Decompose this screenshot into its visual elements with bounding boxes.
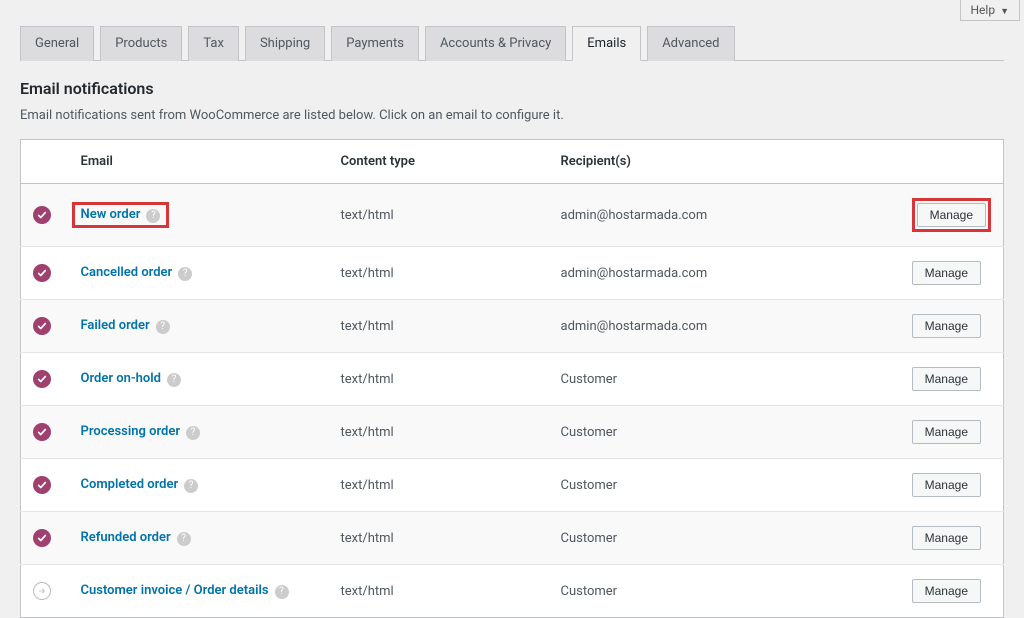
recipients: Customer	[549, 459, 900, 512]
email-name-link[interactable]: Completed order	[81, 477, 179, 492]
manage-button[interactable]: Manage	[912, 367, 981, 391]
table-row: Refunded order? text/htmlCustomer Manage	[21, 512, 1004, 565]
tab-products[interactable]: Products	[100, 26, 182, 61]
recipients: Customer	[549, 406, 900, 459]
manage-button[interactable]: Manage	[912, 526, 981, 550]
section-description: Email notifications sent from WooCommerc…	[20, 108, 1004, 123]
emails-table: Email Content type Recipient(s) New orde…	[20, 139, 1004, 618]
help-tab[interactable]: Help ▼	[960, 0, 1021, 21]
col-content-type: Content type	[329, 140, 549, 184]
col-status	[21, 140, 69, 184]
email-name-link[interactable]: Failed order	[81, 318, 150, 333]
table-row: Cancelled order? text/htmladmin@hostarmad…	[21, 247, 1004, 300]
manage-button[interactable]: Manage	[912, 473, 981, 497]
tab-advanced[interactable]: Advanced	[647, 26, 734, 61]
col-recipients: Recipient(s)	[549, 140, 900, 184]
email-name-link[interactable]: Customer invoice / Order details	[81, 583, 269, 598]
help-tip-icon[interactable]: ?	[184, 479, 198, 493]
manage-button[interactable]: Manage	[912, 420, 981, 444]
help-label: Help	[971, 3, 996, 17]
chevron-down-icon: ▼	[1000, 7, 1009, 17]
recipients: Customer	[549, 353, 900, 406]
help-tip-icon[interactable]: ?	[146, 209, 160, 223]
content-type: text/html	[329, 247, 549, 300]
tab-general[interactable]: General	[20, 26, 94, 61]
recipients: Customer	[549, 565, 900, 618]
highlight-manage-button: Manage	[912, 198, 991, 232]
table-row: Failed order? text/htmladmin@hostarmada.c…	[21, 300, 1004, 353]
status-enabled-icon	[33, 423, 51, 441]
help-tip-icon[interactable]: ?	[178, 267, 192, 281]
settings-tabs: GeneralProductsTaxShippingPaymentsAccoun…	[20, 25, 1004, 61]
table-row: New order? text/htmladmin@hostarmada.com M…	[21, 184, 1004, 247]
content-type: text/html	[329, 565, 549, 618]
tab-accounts-privacy[interactable]: Accounts & Privacy	[425, 26, 566, 61]
col-action	[900, 140, 1004, 184]
status-enabled-icon	[33, 206, 51, 224]
status-enabled-icon	[33, 264, 51, 282]
tab-payments[interactable]: Payments	[331, 26, 419, 61]
content-type: text/html	[329, 353, 549, 406]
content-type: text/html	[329, 184, 549, 247]
status-enabled-icon	[33, 529, 51, 547]
content-type: text/html	[329, 406, 549, 459]
help-tip-icon[interactable]: ?	[167, 373, 181, 387]
email-name-link[interactable]: Processing order	[81, 424, 181, 439]
highlight-email-name: New order?	[72, 202, 170, 228]
help-tip-icon[interactable]: ?	[156, 320, 170, 334]
status-enabled-icon	[33, 370, 51, 388]
email-name-link[interactable]: New order	[81, 207, 141, 222]
table-row: Completed order? text/htmlCustomer Manage	[21, 459, 1004, 512]
tab-shipping[interactable]: Shipping	[245, 26, 325, 61]
table-row: Customer invoice / Order details? text/ht…	[21, 565, 1004, 618]
email-name-link[interactable]: Cancelled order	[81, 265, 173, 280]
recipients: Customer	[549, 512, 900, 565]
col-email: Email	[69, 140, 329, 184]
manage-button[interactable]: Manage	[912, 314, 981, 338]
table-row: Order on-hold? text/htmlCustomer Manage	[21, 353, 1004, 406]
status-manual-icon	[33, 582, 51, 600]
recipients: admin@hostarmada.com	[549, 247, 900, 300]
manage-button[interactable]: Manage	[917, 203, 986, 227]
status-enabled-icon	[33, 317, 51, 335]
recipients: admin@hostarmada.com	[549, 300, 900, 353]
tab-tax[interactable]: Tax	[188, 26, 239, 61]
help-tip-icon[interactable]: ?	[275, 585, 289, 599]
help-tip-icon[interactable]: ?	[177, 532, 191, 546]
recipients: admin@hostarmada.com	[549, 184, 900, 247]
section-title: Email notifications	[20, 79, 1004, 98]
content-type: text/html	[329, 300, 549, 353]
status-enabled-icon	[33, 476, 51, 494]
manage-button[interactable]: Manage	[912, 261, 981, 285]
help-tip-icon[interactable]: ?	[186, 426, 200, 440]
content-type: text/html	[329, 459, 549, 512]
manage-button[interactable]: Manage	[912, 579, 981, 603]
tab-emails[interactable]: Emails	[572, 26, 641, 61]
email-name-link[interactable]: Refunded order	[81, 530, 171, 545]
content-type: text/html	[329, 512, 549, 565]
table-row: Processing order? text/htmlCustomer Manage	[21, 406, 1004, 459]
email-name-link[interactable]: Order on-hold	[81, 371, 161, 386]
